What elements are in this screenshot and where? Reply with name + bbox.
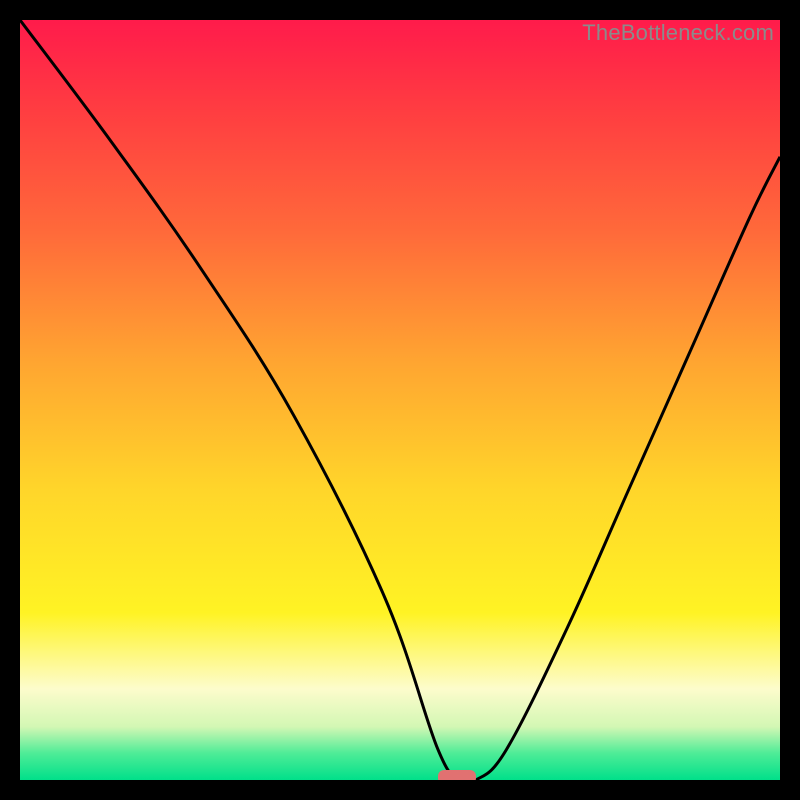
gradient-background	[20, 20, 780, 780]
bottleneck-chart	[20, 20, 780, 780]
chart-frame: TheBottleneck.com	[20, 20, 780, 780]
watermark-text: TheBottleneck.com	[582, 20, 774, 46]
optimal-range-marker	[438, 770, 476, 780]
